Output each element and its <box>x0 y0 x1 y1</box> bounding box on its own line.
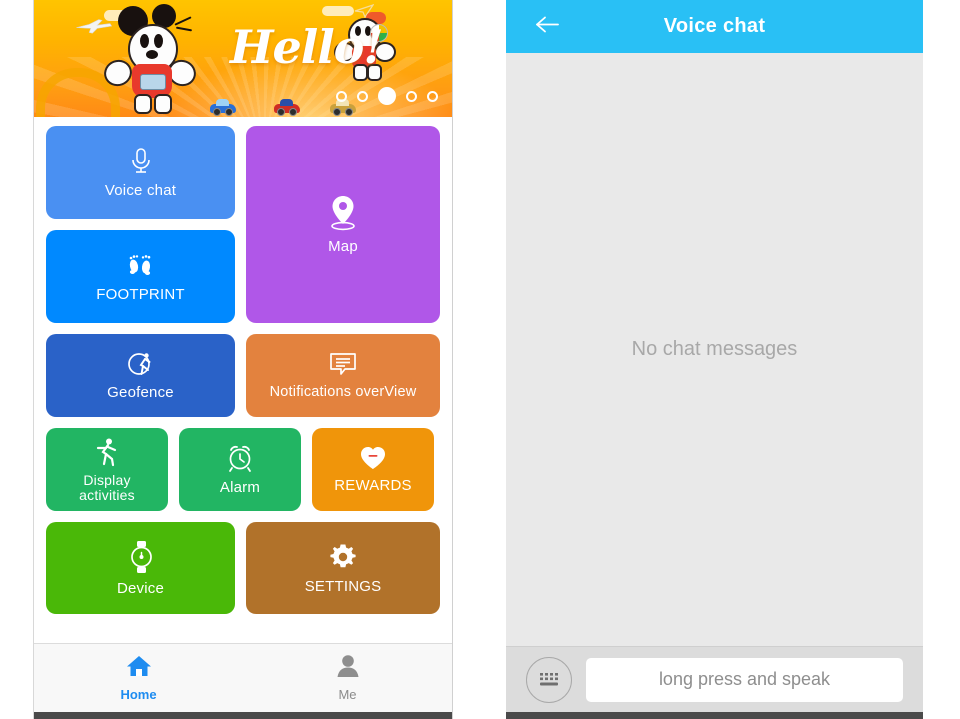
nav-item-me[interactable]: Me <box>243 654 452 702</box>
home-screen-phone: Hello! Voice chat FOOTPRINT Map Geofence… <box>33 0 453 719</box>
car-icon <box>330 99 356 116</box>
carousel-page-indicator[interactable] <box>336 87 438 105</box>
car-icon <box>210 99 236 116</box>
tile-device[interactable]: Device <box>46 522 236 614</box>
tile-label: Display activities <box>79 471 135 503</box>
microphone-icon <box>128 146 154 176</box>
chat-message-list: No chat messages <box>506 53 923 646</box>
running-person-icon <box>94 437 120 467</box>
tile-label-line2: activities <box>79 486 135 503</box>
screenshot-root: Hello! Voice chat FOOTPRINT Map Geofence… <box>0 0 960 719</box>
device-home-indicator <box>34 712 452 719</box>
press-to-speak-button[interactable]: long press and speak <box>586 657 903 702</box>
smartwatch-icon <box>126 540 156 574</box>
voice-chat-header: Voice chat <box>506 0 923 53</box>
tile-geofence[interactable]: Geofence <box>46 334 236 417</box>
tile-row-2: Geofence Notifications overView <box>46 334 440 417</box>
map-pin-icon <box>327 194 359 232</box>
tile-settings[interactable]: SETTINGS <box>246 522 440 614</box>
tile-label: Voice chat <box>104 182 177 199</box>
tile-label: Device <box>116 579 165 597</box>
press-to-speak-label: long press and speak <box>658 669 831 689</box>
footprints-icon <box>126 250 156 280</box>
nav-label: Home <box>120 687 157 702</box>
tile-label: SETTINGS <box>304 577 382 595</box>
tile-display-activities[interactable]: Display activities <box>46 428 168 511</box>
page-dot-active[interactable] <box>378 87 396 105</box>
page-title: Voice chat <box>663 15 766 37</box>
tile-alarm[interactable]: Alarm <box>179 428 301 511</box>
home-icon <box>125 654 153 683</box>
tile-column-left: Voice chat FOOTPRINT <box>46 126 236 323</box>
airplane-icon <box>74 18 114 34</box>
empty-state-text: No chat messages <box>631 338 798 360</box>
page-dot[interactable] <box>406 90 417 102</box>
page-dot[interactable] <box>357 90 368 102</box>
message-lines-icon <box>328 351 358 378</box>
mascot-character-icon <box>100 4 200 114</box>
back-arrow-icon[interactable] <box>534 14 560 39</box>
nav-item-home[interactable]: Home <box>34 654 243 702</box>
person-icon <box>335 654 361 683</box>
device-home-indicator <box>506 712 923 719</box>
feature-tile-grid: Voice chat FOOTPRINT Map Geofence Notifi… <box>34 117 452 614</box>
tile-label: Notifications overView <box>269 383 417 400</box>
voice-chat-input-bar: long press and speak <box>506 646 923 712</box>
tile-label: Geofence <box>107 384 174 401</box>
tile-footprint[interactable]: FOOTPRINT <box>46 230 236 323</box>
banner-greeting-text: Hello! <box>230 20 384 74</box>
home-banner-carousel[interactable]: Hello! <box>34 0 452 117</box>
voice-chat-phone: Voice chat No chat messages long press a… <box>506 0 923 719</box>
gear-icon <box>328 542 358 572</box>
tile-label-line1: Display <box>83 471 131 488</box>
tile-rewards[interactable]: REWARDS <box>312 428 434 511</box>
heart-icon <box>359 445 387 471</box>
tile-notifications-overview[interactable]: Notifications overView <box>246 334 440 417</box>
tile-map[interactable]: Map <box>246 126 440 323</box>
page-dot[interactable] <box>336 90 347 102</box>
nav-label: Me <box>338 687 357 702</box>
keyboard-icon[interactable] <box>526 656 572 703</box>
page-dot[interactable] <box>427 90 438 102</box>
tile-label: Map <box>328 238 358 255</box>
tile-label: Alarm <box>219 479 261 496</box>
car-icon <box>274 99 300 116</box>
tile-row-1: Voice chat FOOTPRINT Map <box>46 126 440 323</box>
tile-voice-chat[interactable]: Voice chat <box>46 126 236 219</box>
alarm-clock-icon <box>225 443 255 473</box>
tile-label: FOOTPRINT <box>96 286 185 303</box>
tile-row-3: Display activities Alarm REWARDS <box>46 428 440 511</box>
tile-row-4: Device SETTINGS <box>46 522 440 614</box>
bottom-navigation-bar: Home Me <box>34 643 452 712</box>
geofence-icon <box>126 350 156 378</box>
tile-label: REWARDS <box>334 477 412 494</box>
